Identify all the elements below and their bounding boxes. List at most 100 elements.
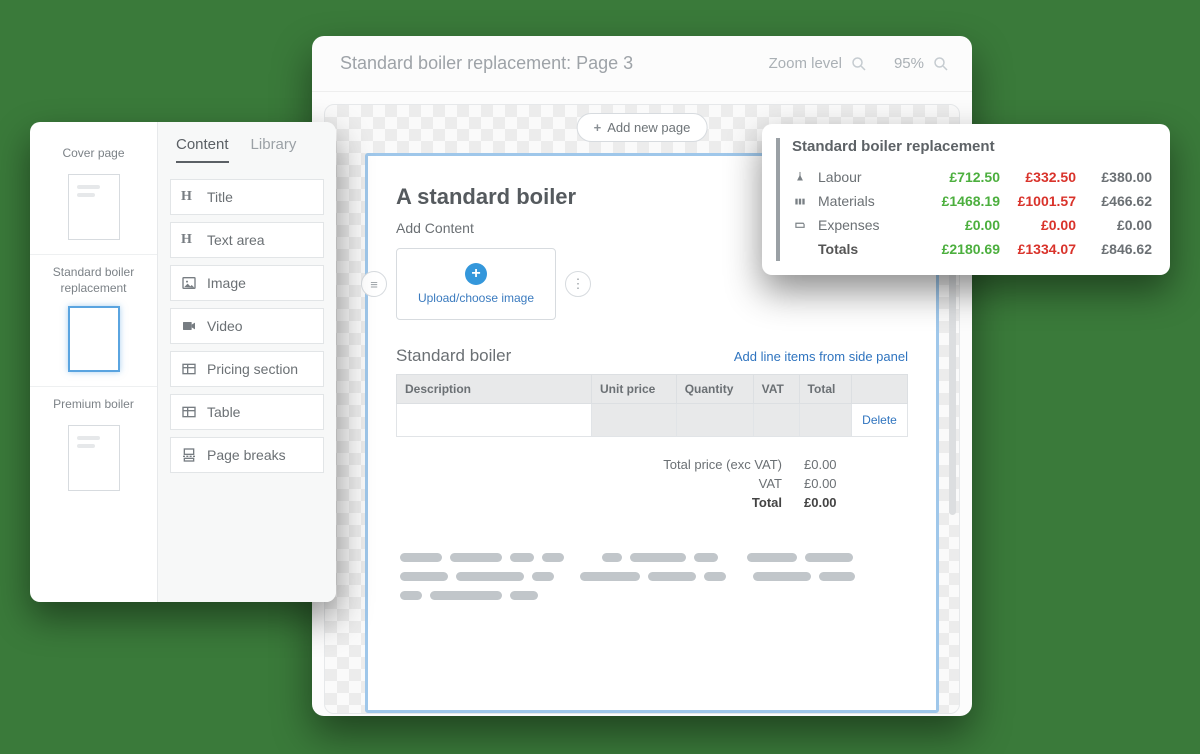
row-col2: £332.50 <box>1000 169 1076 185</box>
content-item-title[interactable]: H Title <box>170 179 324 215</box>
delete-button[interactable]: Delete <box>852 404 908 437</box>
content-item-image[interactable]: Image <box>170 265 324 301</box>
row-label: Totals <box>818 241 924 257</box>
cell-description[interactable] <box>397 404 592 437</box>
item-label: Title <box>207 189 233 205</box>
total-label: Total <box>632 495 782 510</box>
col-quantity: Quantity <box>676 375 753 404</box>
page-break-icon <box>181 447 197 463</box>
thumbnail-icon <box>68 425 120 491</box>
plus-icon: + <box>594 120 602 135</box>
total-excvat-label: Total price (exc VAT) <box>632 457 782 472</box>
page-title: Standard boiler replacement: Page 3 <box>340 53 769 74</box>
sidebar-panel: Cover page Standard boiler replacement P… <box>30 122 336 602</box>
table-icon <box>181 361 197 377</box>
add-page-label: Add new page <box>607 120 690 135</box>
thumb-label: Standard boiler replacement <box>36 265 151 296</box>
row-label: Labour <box>818 169 924 185</box>
cost-summary-panel: Standard boiler replacement Labour £712.… <box>762 124 1170 275</box>
content-tabs: Content Library <box>170 136 324 169</box>
page-thumb-cover[interactable]: Cover page <box>30 136 157 255</box>
drag-handle-icon[interactable]: ≡ <box>361 271 387 297</box>
heading-icon: H <box>181 232 197 248</box>
table-icon <box>181 404 197 420</box>
row-col1: £2180.69 <box>924 241 1000 257</box>
tab-content[interactable]: Content <box>176 136 229 163</box>
total-vat-value: £0.00 <box>804 476 854 491</box>
tab-library[interactable]: Library <box>251 136 297 163</box>
add-icon: + <box>465 263 487 285</box>
row-col3: £0.00 <box>1076 217 1152 233</box>
heading-icon: H <box>181 189 197 205</box>
row-col2: £1001.57 <box>1000 193 1076 209</box>
placeholder-content <box>396 548 908 605</box>
scrollbar[interactable] <box>949 255 956 515</box>
cell-quantity[interactable] <box>676 404 753 437</box>
cell-vat[interactable] <box>753 404 799 437</box>
row-col2: £0.00 <box>1000 217 1076 233</box>
item-label: Pricing section <box>207 361 298 377</box>
zoom-controls: Zoom level 95% <box>769 55 950 73</box>
item-label: Image <box>207 275 246 291</box>
total-vat-label: VAT <box>632 476 782 491</box>
editor-header: Standard boiler replacement: Page 3 Zoom… <box>312 36 972 92</box>
item-label: Video <box>207 318 243 334</box>
thumb-label: Cover page <box>36 146 151 164</box>
zoom-value: 95% <box>894 55 924 72</box>
row-label: Materials <box>818 193 924 209</box>
add-page-button[interactable]: + Add new page <box>577 113 708 142</box>
table-row[interactable]: Delete <box>397 404 908 437</box>
row-col3: £846.62 <box>1076 241 1152 257</box>
cell-total[interactable] <box>799 404 851 437</box>
content-item-pagebreaks[interactable]: Page breaks <box>170 437 324 473</box>
row-col1: £0.00 <box>924 217 1000 233</box>
row-col3: £466.62 <box>1076 193 1152 209</box>
pricing-table: Description Unit price Quantity VAT Tota… <box>396 374 908 437</box>
row-col2: £1334.07 <box>1000 241 1076 257</box>
summary-row-expenses: Expenses £0.00 £0.00 £0.00 <box>792 213 1152 237</box>
page-thumb-premium[interactable]: Premium boiler <box>30 387 157 505</box>
upload-image-box[interactable]: ≡ ⋮ + Upload/choose image <box>396 248 556 320</box>
content-column: Content Library H Title H Text area Imag… <box>158 122 336 602</box>
content-item-textarea[interactable]: H Text area <box>170 222 324 258</box>
labour-icon <box>792 170 810 184</box>
total-excvat-value: £0.00 <box>804 457 854 472</box>
content-item-table[interactable]: Table <box>170 394 324 430</box>
col-actions <box>852 375 908 404</box>
summary-row-materials: Materials £1468.19 £1001.57 £466.62 <box>792 189 1152 213</box>
total-value: £0.00 <box>804 495 854 510</box>
row-label: Expenses <box>818 217 924 233</box>
content-item-video[interactable]: Video <box>170 308 324 344</box>
pages-column: Cover page Standard boiler replacement P… <box>30 122 158 602</box>
add-line-items-link[interactable]: Add line items from side panel <box>734 349 908 364</box>
content-item-pricing[interactable]: Pricing section <box>170 351 324 387</box>
page-thumb-standard[interactable]: Standard boiler replacement <box>30 255 157 387</box>
summary-row-labour: Labour £712.50 £332.50 £380.00 <box>792 165 1152 189</box>
thumbnail-icon <box>68 174 120 240</box>
col-unit-price: Unit price <box>592 375 677 404</box>
row-col1: £712.50 <box>924 169 1000 185</box>
pricing-totals: Total price (exc VAT) £0.00 VAT £0.00 Tota… <box>396 455 908 512</box>
row-col3: £380.00 <box>1076 169 1152 185</box>
col-vat: VAT <box>753 375 799 404</box>
video-icon <box>181 318 197 334</box>
row-col1: £1468.19 <box>924 193 1000 209</box>
summary-row-totals: Totals £2180.69 £1334.07 £846.62 <box>792 237 1152 261</box>
zoom-out-icon[interactable] <box>850 55 868 73</box>
blank-icon <box>792 242 810 256</box>
cell-unit-price[interactable] <box>592 404 677 437</box>
summary-title: Standard boiler replacement <box>792 138 1152 155</box>
thumbnail-icon <box>68 306 120 372</box>
image-icon <box>181 275 197 291</box>
pricing-section-title: Standard boiler <box>396 346 511 366</box>
thumb-label: Premium boiler <box>36 397 151 415</box>
item-label: Table <box>207 404 240 420</box>
more-options-icon[interactable]: ⋮ <box>565 271 591 297</box>
col-total: Total <box>799 375 851 404</box>
zoom-in-icon[interactable] <box>932 55 950 73</box>
upload-text: Upload/choose image <box>418 291 534 305</box>
item-label: Text area <box>207 232 265 248</box>
materials-icon <box>792 194 810 208</box>
col-description: Description <box>397 375 592 404</box>
zoom-label: Zoom level <box>769 55 842 72</box>
